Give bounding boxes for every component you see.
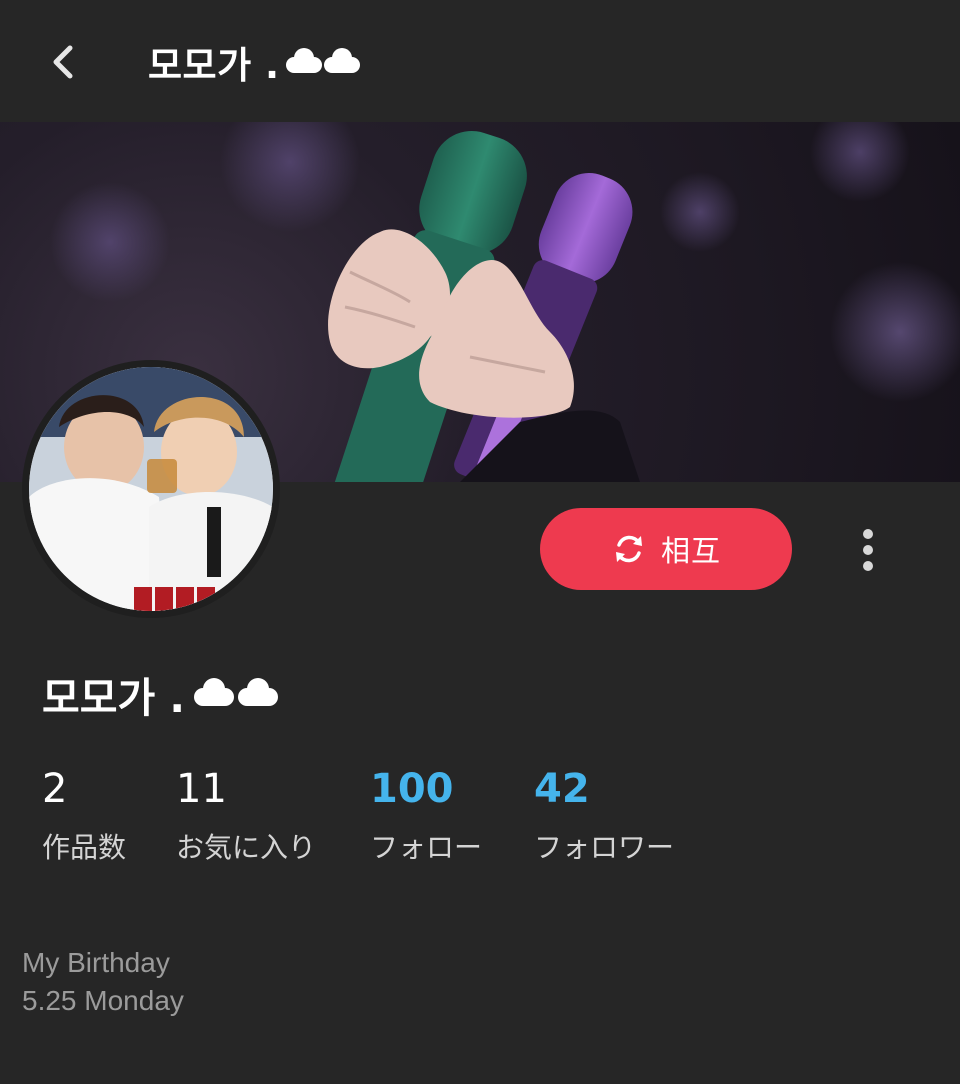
- sync-icon: [615, 535, 642, 563]
- bio-line: 5.25 Monday: [22, 985, 184, 1016]
- profile-page: 모모가 . 相互 모모가 . 2 作品数 11 お気に入り 100 フォロー 4…: [0, 0, 960, 1084]
- cloud-icon: [285, 48, 360, 73]
- back-button[interactable]: [38, 36, 90, 88]
- stat-favorites[interactable]: 11 お気に入り: [176, 764, 316, 866]
- mutual-follow-button[interactable]: 相互: [540, 508, 792, 590]
- two-people-photo: [29, 367, 273, 611]
- page-title-text: 모모가 .: [148, 44, 280, 87]
- stat-works[interactable]: 2 作品数: [42, 764, 126, 866]
- mutual-follow-label: 相互: [660, 534, 721, 568]
- cloud-icon: [194, 678, 279, 706]
- stat-followers-label: フォロワー: [534, 831, 675, 864]
- stat-following[interactable]: 100 フォロー: [370, 764, 482, 866]
- stat-followers-value: 42: [534, 766, 590, 812]
- profile-name-text: 모모가 .: [42, 674, 186, 722]
- stat-favorites-value: 11: [176, 766, 227, 812]
- avatar[interactable]: [22, 360, 280, 618]
- stat-works-value: 2: [42, 766, 68, 812]
- more-vertical-icon: [863, 529, 873, 539]
- bio-line: My Birthday: [22, 947, 170, 978]
- top-bar: 모모가 .: [0, 0, 960, 122]
- stat-favorites-label: お気に入り: [176, 831, 317, 864]
- more-options-button[interactable]: [848, 524, 888, 576]
- page-title: 모모가 .: [148, 36, 364, 88]
- stat-works-label: 作品数: [42, 831, 127, 864]
- profile-bio: My Birthday 5.25 Monday: [22, 944, 184, 1020]
- chevron-left-icon: [53, 45, 73, 79]
- stat-following-label: フォロー: [370, 831, 483, 864]
- stat-followers[interactable]: 42 フォロワー: [534, 764, 674, 866]
- profile-name: 모모가 .: [42, 664, 283, 724]
- stat-following-value: 100: [370, 766, 454, 812]
